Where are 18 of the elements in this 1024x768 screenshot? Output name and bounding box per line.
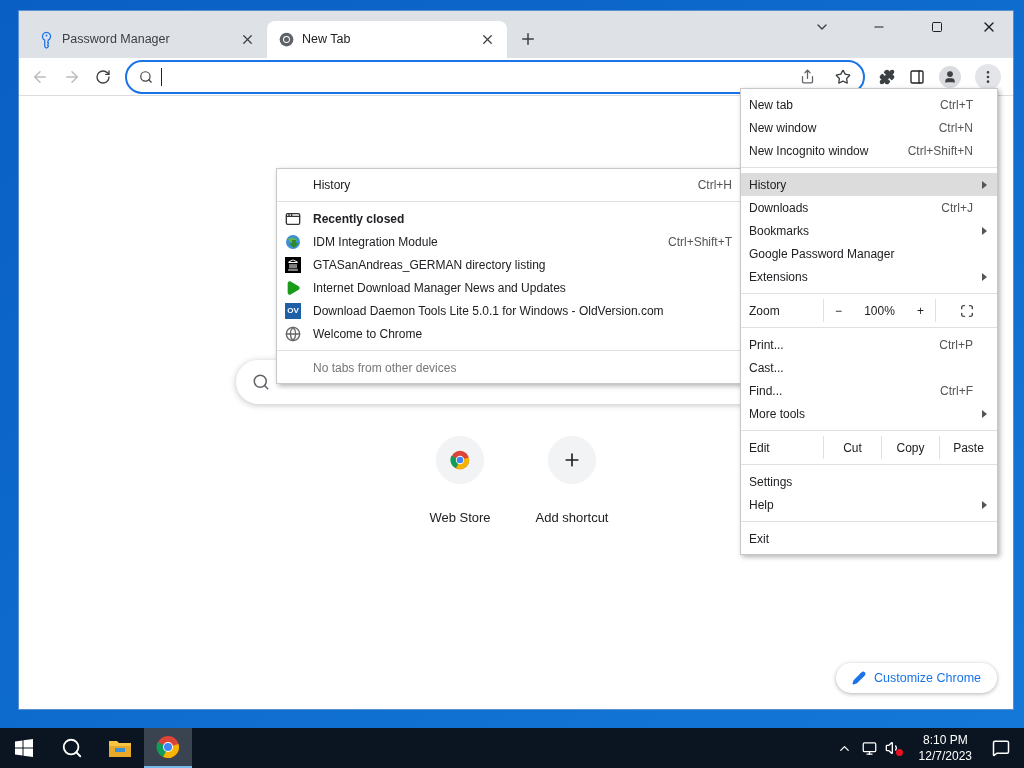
tab-title: New Tab xyxy=(302,31,352,49)
shortcut-text: Ctrl+Shift+N xyxy=(907,142,973,160)
shortcut-text: Ctrl+N xyxy=(938,119,973,137)
shortcut-label: Add shortcut xyxy=(535,509,609,527)
shortcut-text: Ctrl+Shift+T xyxy=(667,233,732,251)
menu-label: Zoom xyxy=(741,299,824,322)
site-badge-icon: OV xyxy=(285,302,301,319)
tab-title: Password Manager xyxy=(62,31,171,49)
zoom-level: 100% xyxy=(864,302,895,320)
shortcut-text: Ctrl+T xyxy=(940,96,973,114)
menu-note: No tabs from other devices xyxy=(312,359,458,377)
menu-label: Edit xyxy=(741,436,824,459)
shortcut-text: Ctrl+H xyxy=(697,176,732,194)
shortcut-text: Ctrl+J xyxy=(941,199,973,217)
shortcut-text: Ctrl+F xyxy=(940,382,973,400)
shortcut-label: Web Store xyxy=(429,509,491,527)
shortcut-text: Ctrl+P xyxy=(939,336,973,354)
menu-section-header: Recently closed xyxy=(277,207,742,230)
